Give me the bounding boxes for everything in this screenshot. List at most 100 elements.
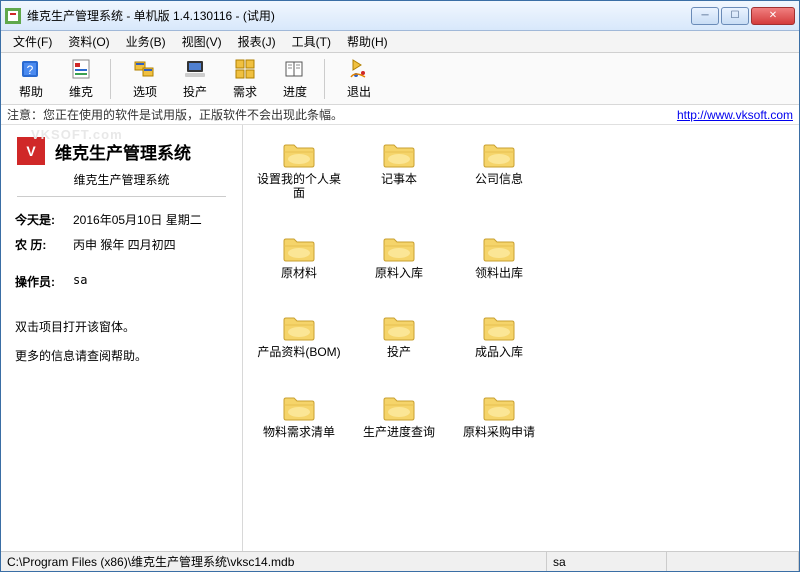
folder-icon	[282, 314, 316, 342]
status-user: sa	[547, 552, 667, 571]
desktop-item-label: 生产进度查询	[363, 425, 435, 439]
desktop-item-label: 领料出库	[475, 266, 523, 280]
folder-icon	[482, 235, 516, 263]
tool-vk[interactable]: 维克	[57, 56, 105, 102]
window-buttons: ─ ☐ ✕	[691, 7, 795, 25]
sidebar: VKSOFT.com V 维克生产管理系统 维克生产管理系统 今天是: 2016…	[1, 125, 243, 551]
desktop-area: 设置我的个人桌面 记事本 公司信息原材料 原料入库 领料出库产品资料(BOM) 投产 成品入…	[243, 125, 799, 551]
app-title: 维克生产管理系统	[55, 139, 191, 164]
desktop-item[interactable]: 记事本	[349, 141, 449, 201]
desktop-item[interactable]: 物料需求清单	[249, 394, 349, 439]
desktop-item-label: 记事本	[381, 172, 417, 186]
app-subtitle: 维克生产管理系统	[17, 171, 226, 197]
today-value: 2016年05月10日 星期二	[73, 211, 202, 228]
desktop-item[interactable]: 生产进度查询	[349, 394, 449, 439]
desktop-item-label: 原材料	[281, 266, 317, 280]
content-area: VKSOFT.com V 维克生产管理系统 维克生产管理系统 今天是: 2016…	[1, 125, 799, 551]
folder-icon	[282, 394, 316, 422]
close-button[interactable]: ✕	[751, 7, 795, 25]
folder-icon	[382, 394, 416, 422]
openbook-icon	[283, 57, 307, 81]
desktop-item[interactable]: 产品资料(BOM)	[249, 314, 349, 359]
toolbar: ? 帮助 维克 选项 投产 需求 进度 退出	[1, 53, 799, 105]
operator-label: 操作员:	[15, 273, 65, 290]
desktop-item[interactable]: 原料入库	[349, 235, 449, 280]
toolbar-separator	[110, 59, 116, 99]
minimize-button[interactable]: ─	[691, 7, 719, 25]
desktop-item[interactable]: 原料采购申请	[449, 394, 549, 439]
tool-label: 帮助	[19, 83, 43, 100]
desktop-item[interactable]: 成品入库	[449, 314, 549, 359]
titlebar: 维克生产管理系统 - 单机版 1.4.130116 - (试用) ─ ☐ ✕	[1, 1, 799, 31]
tool-help[interactable]: ? 帮助	[7, 56, 55, 102]
desktop-item-label: 成品入库	[475, 345, 523, 359]
tool-exit[interactable]: 退出	[335, 56, 383, 102]
tool-label: 进度	[283, 83, 307, 100]
tool-label: 维克	[69, 83, 93, 100]
grid-icon	[233, 57, 257, 81]
operator-value: sa	[73, 273, 87, 290]
tool-progress[interactable]: 进度	[271, 56, 319, 102]
notice-bar: 注意：您正在使用的软件是试用版，正版软件不会出现此条幅。 http://www.…	[1, 105, 799, 125]
desktop-item[interactable]: 原材料	[249, 235, 349, 280]
menu-biz[interactable]: 业务(B)	[118, 31, 174, 52]
window-title: 维克生产管理系统 - 单机版 1.4.130116 - (试用)	[27, 7, 691, 24]
svg-text:?: ?	[27, 63, 34, 77]
tool-demand[interactable]: 需求	[221, 56, 269, 102]
menu-report[interactable]: 报表(J)	[230, 31, 284, 52]
tool-label: 退出	[347, 83, 371, 100]
desktop-item-label: 物料需求清单	[263, 425, 335, 439]
desktop-item-label: 原料入库	[375, 266, 423, 280]
exit-icon	[347, 57, 371, 81]
hint-2: 更多的信息请查阅帮助。	[1, 341, 242, 370]
folder-icon	[482, 141, 516, 169]
folder-icon	[482, 394, 516, 422]
statusbar: C:\Program Files (x86)\维克生产管理系统\vksc14.m…	[1, 551, 799, 571]
tool-produce[interactable]: 投产	[171, 56, 219, 102]
tool-label: 选项	[133, 83, 157, 100]
desktop-item[interactable]: 公司信息	[449, 141, 549, 201]
lunar-value: 丙申 猴年 四月初四	[73, 236, 176, 253]
menu-help[interactable]: 帮助(H)	[339, 31, 396, 52]
desktop-item-label: 投产	[387, 345, 411, 359]
hint-1: 双击项目打开该窗体。	[1, 312, 242, 341]
menu-file[interactable]: 文件(F)	[5, 31, 60, 52]
doc-icon	[69, 57, 93, 81]
menu-data[interactable]: 资料(O)	[60, 31, 117, 52]
folder-icon	[282, 235, 316, 263]
desktop-item-label: 原料采购申请	[463, 425, 535, 439]
status-empty	[667, 552, 799, 571]
icon-grid: 设置我的个人桌面 记事本 公司信息原材料 原料入库 领料出库产品资料(BOM) 投产 成品入…	[249, 135, 793, 439]
menu-tool[interactable]: 工具(T)	[284, 31, 339, 52]
folder-icon	[282, 141, 316, 169]
windows-icon	[133, 57, 157, 81]
tool-options[interactable]: 选项	[121, 56, 169, 102]
lunar-label: 农 历:	[15, 236, 65, 253]
laptop-icon	[183, 57, 207, 81]
notice-text: 注意：您正在使用的软件是试用版，正版软件不会出现此条幅。	[7, 106, 343, 123]
maximize-button[interactable]: ☐	[721, 7, 749, 25]
menu-view[interactable]: 视图(V)	[174, 31, 230, 52]
desktop-item-label: 设置我的个人桌面	[254, 172, 344, 201]
toolbar-separator	[324, 59, 330, 99]
book-icon: ?	[19, 57, 43, 81]
menubar: 文件(F) 资料(O) 业务(B) 视图(V) 报表(J) 工具(T) 帮助(H…	[1, 31, 799, 53]
folder-icon	[382, 141, 416, 169]
folder-icon	[382, 235, 416, 263]
desktop-item-label: 公司信息	[475, 172, 523, 186]
app-icon	[5, 8, 21, 24]
tool-label: 需求	[233, 83, 257, 100]
desktop-item[interactable]: 投产	[349, 314, 449, 359]
operator-row: 操作员: sa	[1, 269, 242, 294]
watermark: VKSOFT.com	[31, 127, 123, 142]
desktop-item[interactable]: 领料出库	[449, 235, 549, 280]
today-row: 今天是: 2016年05月10日 星期二	[1, 207, 242, 232]
notice-link[interactable]: http://www.vksoft.com	[677, 108, 793, 122]
status-path: C:\Program Files (x86)\维克生产管理系统\vksc14.m…	[1, 552, 547, 571]
desktop-item-label: 产品资料(BOM)	[257, 345, 340, 359]
lunar-row: 农 历: 丙申 猴年 四月初四	[1, 232, 242, 257]
folder-icon	[482, 314, 516, 342]
tool-label: 投产	[183, 83, 207, 100]
folder-icon	[382, 314, 416, 342]
desktop-item[interactable]: 设置我的个人桌面	[249, 141, 349, 201]
